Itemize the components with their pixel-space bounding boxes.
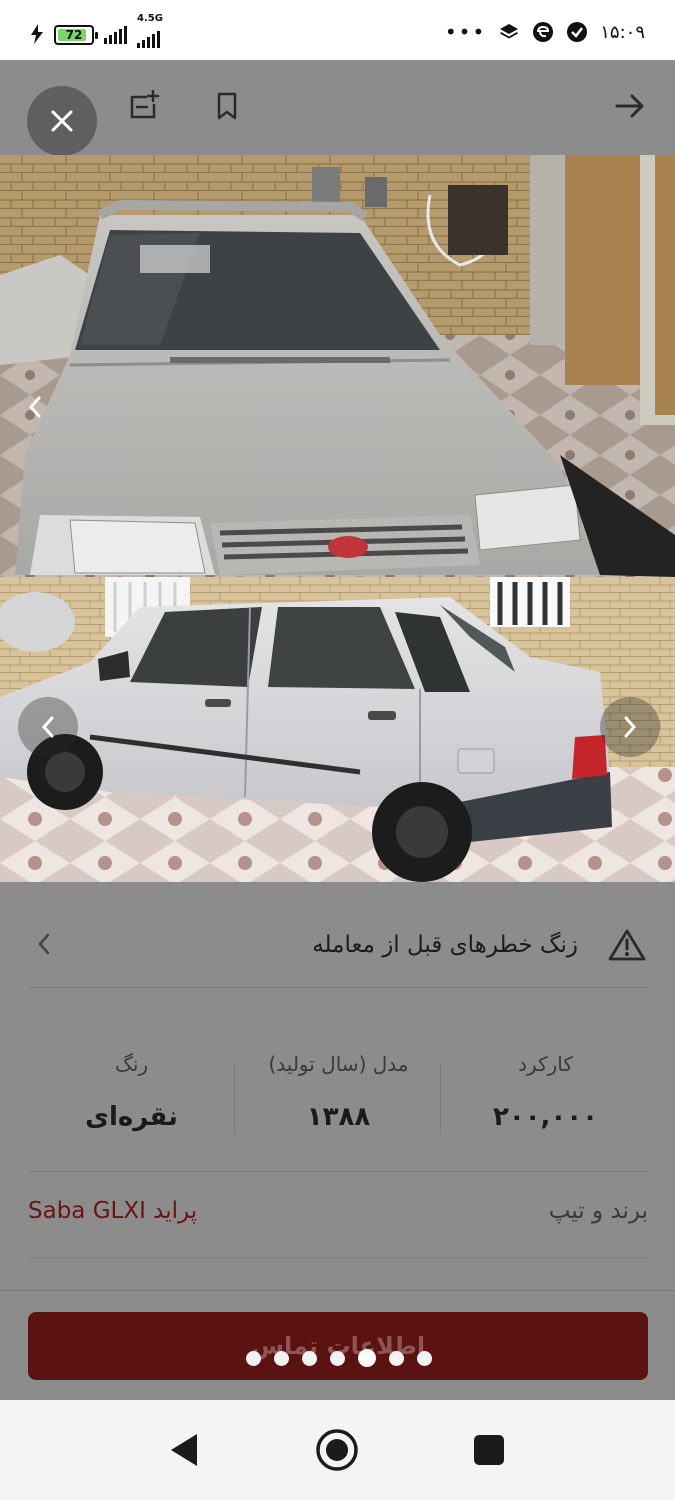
add-note-icon xyxy=(130,89,160,119)
stat-color: رنگ نقره‌ای xyxy=(29,1052,234,1132)
chevron-left-icon xyxy=(36,932,52,960)
stat-mileage: کارکرد ۲۰۰,۰۰۰ xyxy=(443,1052,648,1132)
charging-bolt-icon xyxy=(30,23,44,47)
recents-button[interactable] xyxy=(465,1426,513,1474)
page-dot[interactable] xyxy=(274,1350,289,1366)
status-right: ••• ۱۵:۰۹ xyxy=(445,20,645,44)
network-indicator: 4.5G xyxy=(137,13,163,48)
home-button[interactable] xyxy=(313,1426,361,1474)
screen: 72 4.5G ••• ۱۵:۰۹ زنگ خطرهای قبل از معام… xyxy=(0,0,675,1500)
brand-row[interactable]: برند و تیپ پراید Saba GLXI xyxy=(28,1174,648,1258)
recents-square-icon xyxy=(474,1435,504,1465)
stat-value: ۱۳۸۸ xyxy=(306,1102,371,1132)
home-circle-icon xyxy=(316,1429,358,1471)
car-front-photo[interactable] xyxy=(0,155,675,577)
close-button[interactable] xyxy=(27,86,97,156)
status-left: 72 4.5G xyxy=(30,13,163,48)
chevron-left-icon xyxy=(28,396,41,418)
gallery-pagination xyxy=(246,1349,432,1367)
signal-icon xyxy=(137,30,160,48)
close-icon xyxy=(51,110,73,132)
stat-label: کارکرد xyxy=(518,1052,573,1076)
stat-label: رنگ xyxy=(114,1052,149,1076)
battery-icon: 72 xyxy=(54,25,98,45)
chevron-right-icon xyxy=(624,716,637,738)
back-triangle-icon xyxy=(171,1434,197,1466)
layers-icon xyxy=(498,21,520,43)
page-dot[interactable] xyxy=(330,1350,345,1366)
back-button[interactable] xyxy=(160,1426,208,1474)
next-photo-button[interactable] xyxy=(600,697,660,757)
clock: ۱۵:۰۹ xyxy=(600,21,645,43)
bookmark-button[interactable] xyxy=(209,88,245,124)
contact-bar: اطلاعات تماس xyxy=(0,1290,675,1400)
contact-info-button[interactable]: اطلاعات تماس xyxy=(28,1312,648,1380)
brand-label: برند و تیپ xyxy=(548,1198,648,1224)
add-note-button[interactable] xyxy=(126,88,162,124)
app-e-icon xyxy=(532,21,554,43)
stat-value: نقره‌ای xyxy=(85,1102,178,1132)
system-nav-bar xyxy=(0,1400,675,1500)
page-dot[interactable] xyxy=(246,1350,261,1366)
page-dot-active[interactable] xyxy=(358,1349,376,1367)
status-bar: 72 4.5G ••• ۱۵:۰۹ xyxy=(0,0,675,60)
stats-row: کارکرد ۲۰۰,۰۰۰ مدل (سال تولید) ۱۳۸۸ رنگ … xyxy=(28,1042,648,1172)
more-dots-icon: ••• xyxy=(444,20,487,44)
divider xyxy=(234,1064,235,1134)
stat-model-year: مدل (سال تولید) ۱۳۸۸ xyxy=(236,1052,441,1132)
bookmark-icon xyxy=(217,92,237,120)
chevron-left-icon xyxy=(41,716,54,738)
listing-details: زنگ خطرهای قبل از معامله کارکرد ۲۰۰,۰۰۰ … xyxy=(0,882,675,1290)
shield-check-icon xyxy=(566,21,588,43)
car-front-image xyxy=(0,155,675,577)
warning-triangle-icon xyxy=(608,928,646,966)
toolbar xyxy=(0,60,675,155)
signal-icon xyxy=(104,26,127,44)
back-arrow-button[interactable] xyxy=(612,88,648,124)
arrow-right-icon xyxy=(615,94,644,118)
risk-warning-text: زنگ خطرهای قبل از معامله xyxy=(312,932,578,958)
page-dot[interactable] xyxy=(417,1350,432,1366)
car-side-photo[interactable] xyxy=(0,577,675,882)
network-type: 4.5G xyxy=(137,13,163,24)
prev-photo-button[interactable] xyxy=(5,377,65,437)
car-side-image xyxy=(0,577,675,882)
risk-warning-row[interactable]: زنگ خطرهای قبل از معامله xyxy=(28,922,648,988)
prev-photo-button-2[interactable] xyxy=(18,697,78,757)
page-dot[interactable] xyxy=(389,1350,404,1366)
stat-label: مدل (سال تولید) xyxy=(268,1052,409,1076)
battery-level: 72 xyxy=(65,28,83,42)
brand-value-link[interactable]: پراید Saba GLXI xyxy=(28,1198,197,1224)
stat-value: ۲۰۰,۰۰۰ xyxy=(492,1102,599,1132)
page-dot[interactable] xyxy=(302,1350,317,1366)
